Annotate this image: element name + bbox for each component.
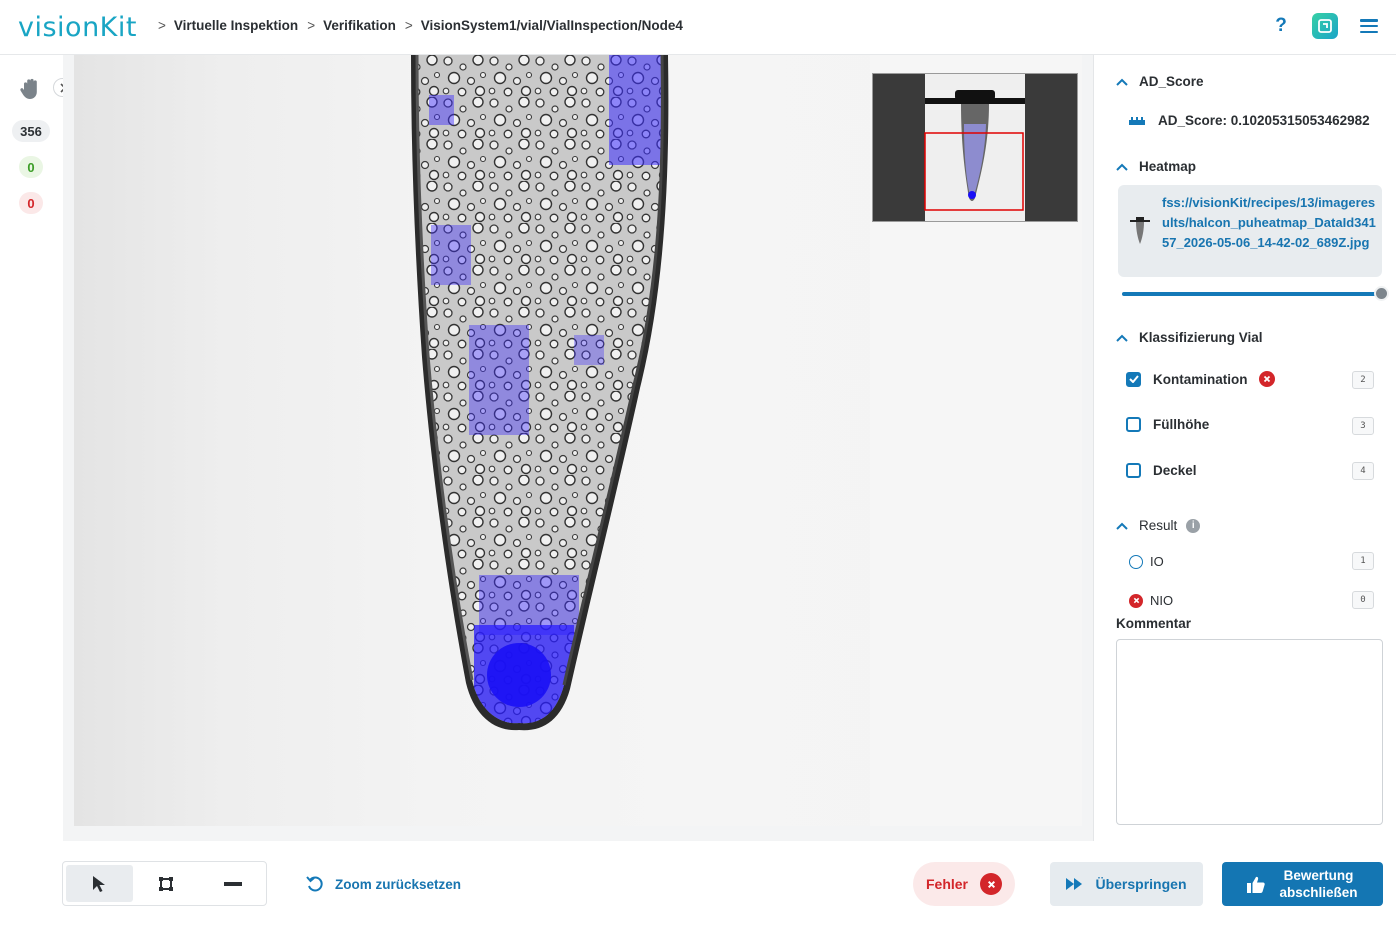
tool-group [62, 861, 267, 906]
error-button-label: Fehler [925, 876, 968, 892]
minimap[interactable] [872, 73, 1078, 222]
class-option-kontamination[interactable]: Kontamination [1126, 371, 1275, 387]
thumbs-up-icon [1247, 876, 1266, 893]
fast-forward-icon [1066, 878, 1083, 890]
chevron-right-icon: > [307, 18, 316, 33]
result-title: Result [1139, 518, 1178, 533]
right-panel: AD_Score AD_Score: 0.10205315053462982 H… [1096, 56, 1396, 846]
kontamination-label: Kontamination [1153, 371, 1248, 387]
checkbox-deckel[interactable] [1126, 463, 1141, 478]
zoom-reset-label: Zoom zurücksetzen [335, 876, 462, 892]
close-x-icon [980, 873, 1002, 895]
class-option-fuellhoehe[interactable]: Füllhöhe [1126, 417, 1209, 432]
skip-button-label: Überspringen [1095, 876, 1187, 892]
breadcrumb-item-node: VisionSystem1/vial/VialInspection/Node4 [420, 18, 683, 33]
undo-arrow-icon [306, 876, 323, 892]
heatmap-opacity-slider-handle[interactable] [1374, 286, 1389, 301]
checkbox-fuellhoehe[interactable] [1126, 417, 1141, 432]
select-tool-button[interactable] [66, 865, 133, 902]
breadcrumb-item-virtuelle-inspektion[interactable]: Virtuelle Inspektion [174, 18, 298, 33]
finish-rating-label-line2: abschließen [1279, 885, 1358, 900]
heatmap-file-link[interactable]: fss://visionKit/recipes/13/imageresults/… [1162, 193, 1378, 253]
info-icon[interactable]: i [1186, 518, 1201, 533]
shortcut-key-badge: 0 [1352, 591, 1374, 609]
shortcut-key-badge: 4 [1352, 462, 1374, 480]
total-count-badge: 356 [12, 120, 50, 142]
breadcrumb: > Virtuelle Inspektion > Verifikation > … [152, 18, 683, 33]
app-icon [1318, 19, 1332, 33]
heatmap-opacity-slider[interactable] [1122, 292, 1380, 296]
line-tool-button[interactable] [199, 862, 266, 905]
shortcut-key-badge: 2 [1352, 371, 1374, 389]
rectangle-tool-button[interactable] [133, 862, 200, 905]
chevron-up-icon [1116, 163, 1128, 171]
crop-rectangle-icon [159, 876, 173, 891]
cursor-arrow-icon [93, 875, 106, 892]
heatmap-card[interactable]: fss://visionKit/recipes/13/imageresults/… [1118, 185, 1382, 277]
class-option-deckel[interactable]: Deckel [1126, 463, 1197, 478]
help-button[interactable]: ? [1272, 15, 1290, 37]
ruler-icon [1129, 116, 1145, 125]
chevron-up-icon [1116, 78, 1128, 86]
radio-io[interactable] [1129, 554, 1143, 569]
nio-label: NIO [1150, 593, 1174, 608]
finish-rating-button[interactable]: Bewertung abschließen [1222, 862, 1383, 906]
heatmap-title: Heatmap [1139, 159, 1197, 174]
comment-label: Kommentar [1116, 616, 1192, 631]
skip-button[interactable]: Überspringen [1050, 862, 1203, 906]
ad-score-row: AD_Score: 0.10205315053462982 [1129, 113, 1370, 128]
chevron-up-icon [1116, 522, 1128, 530]
chevron-right-icon: > [158, 18, 166, 33]
top-bar: visionKit > Virtuelle Inspektion > Verif… [0, 0, 1396, 55]
classification-title: Klassifizierung Vial [1139, 330, 1263, 345]
io-label: IO [1150, 554, 1164, 569]
result-section-header[interactable]: Result i [1116, 518, 1201, 533]
heatmap-section-header[interactable]: Heatmap [1116, 159, 1196, 174]
finish-rating-label-line1: Bewertung [1283, 868, 1354, 883]
chevron-right-icon: > [404, 18, 413, 33]
hamburger-menu-icon[interactable] [1360, 19, 1378, 33]
result-option-io[interactable]: IO [1129, 554, 1164, 569]
heatmap-thumbnail [1130, 217, 1150, 244]
chevron-up-icon [1116, 334, 1128, 342]
ok-count-badge: 0 [19, 156, 43, 178]
result-option-nio[interactable]: NIO [1129, 593, 1173, 608]
shortcut-key-badge: 3 [1352, 417, 1374, 435]
nok-count-badge: 0 [19, 192, 43, 214]
checkbox-kontamination[interactable] [1126, 371, 1141, 387]
check-icon [1128, 375, 1139, 383]
zoom-reset-button[interactable]: Zoom zurücksetzen [306, 875, 461, 893]
app-switcher-button[interactable] [1312, 13, 1338, 39]
ad-score-title: AD_Score [1139, 74, 1204, 89]
ad-score-value: AD_Score: 0.10205315053462982 [1158, 113, 1370, 128]
deckel-label: Deckel [1153, 463, 1197, 478]
fuellhoehe-label: Füllhöhe [1153, 417, 1210, 432]
shortcut-key-badge: 1 [1352, 552, 1374, 570]
radio-nio-selected-icon[interactable] [1129, 593, 1143, 608]
line-icon [223, 881, 242, 886]
comment-textarea[interactable] [1116, 639, 1383, 825]
classification-section-header[interactable]: Klassifizierung Vial [1116, 330, 1263, 345]
breadcrumb-item-verifikation[interactable]: Verifikation [323, 18, 396, 33]
ad-score-section-header[interactable]: AD_Score [1116, 74, 1204, 89]
hand-pan-icon[interactable] [18, 76, 44, 107]
error-button[interactable]: Fehler [913, 862, 1015, 906]
visionkit-logo[interactable]: visionKit [18, 12, 137, 43]
error-x-icon [1258, 371, 1275, 387]
